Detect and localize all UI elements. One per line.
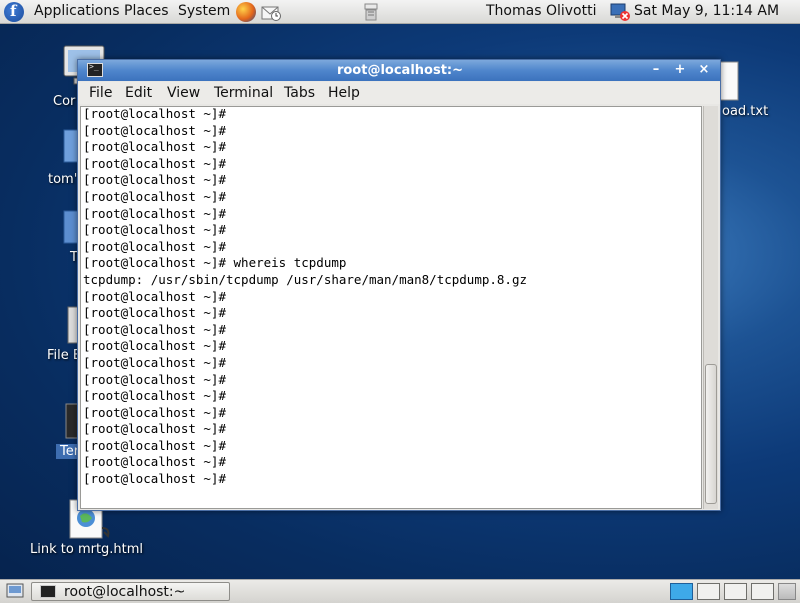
terminal-line: [root@localhost ~]# [83, 437, 226, 453]
terminal-line: [root@localhost ~]# [83, 371, 226, 387]
terminal-icon[interactable] [87, 62, 103, 77]
scrollbar-thumb[interactable] [705, 364, 717, 504]
bottom-panel: root@localhost:~ [0, 579, 800, 603]
user-name[interactable]: Thomas Olivotti [486, 0, 596, 23]
workspace-4[interactable] [751, 583, 774, 600]
computer-icon-label: Cor [53, 94, 76, 109]
terminal-line: [root@localhost ~]# [83, 188, 226, 204]
terminal-line: [root@localhost ~]# [83, 288, 226, 304]
terminal-line: [root@localhost ~]# [83, 172, 226, 188]
menu-terminal[interactable]: Terminal [214, 84, 273, 102]
terminal-line: [root@localhost ~]# [83, 139, 226, 155]
system-menu[interactable]: System [178, 0, 230, 23]
terminal-line: [root@localhost ~]# [83, 238, 226, 254]
terminal-window: root@localhost:~ – + × File Edit View Te… [77, 59, 721, 511]
home-folder-label: tom' [48, 172, 78, 187]
terminal-line: [root@localhost ~]# whereis tcpdump [83, 255, 347, 271]
window-titlebar[interactable]: root@localhost:~ – + × [78, 60, 720, 81]
terminal-line: [root@localhost ~]# [83, 471, 226, 487]
text-file-label: oad.txt [722, 104, 769, 119]
terminal-line: [root@localhost ~]# [83, 106, 226, 121]
terminal-line: [root@localhost ~]# [83, 155, 226, 171]
terminal-line: [root@localhost ~]# [83, 205, 226, 221]
mail-icon[interactable] [261, 3, 281, 21]
terminal-lines: [root@localhost ~]# [root@localhost ~]# [r… [83, 106, 528, 488]
terminal-line: [root@localhost ~]# [83, 421, 226, 437]
vertical-scrollbar[interactable] [703, 106, 718, 509]
minimize-icon[interactable]: – [646, 62, 666, 78]
menu-file[interactable]: File [89, 84, 112, 102]
terminal-line: [root@localhost ~]# [83, 388, 226, 404]
menu-tabs[interactable]: Tabs [284, 84, 315, 102]
terminal-line: [root@localhost ~]# [83, 354, 226, 370]
fedora-logo-icon[interactable] [4, 2, 24, 22]
maximize-icon[interactable]: + [670, 62, 690, 78]
workspace-1[interactable] [670, 583, 693, 600]
taskbar-terminal-button[interactable]: root@localhost:~ [31, 582, 230, 601]
terminal-line: [root@localhost ~]# [83, 305, 226, 321]
show-desktop-icon[interactable] [6, 583, 24, 599]
taskbar-terminal-label: root@localhost:~ [64, 584, 186, 600]
trash-applet-icon[interactable] [778, 583, 796, 600]
firefox-icon[interactable] [236, 2, 256, 22]
notification-icon[interactable] [362, 2, 380, 22]
terminal-line: [root@localhost ~]# [83, 222, 226, 238]
terminal-line: tcpdump: /usr/sbin/tcpdump /usr/share/ma… [83, 271, 528, 287]
menu-help[interactable]: Help [328, 84, 360, 102]
workspace-3[interactable] [724, 583, 747, 600]
html-file-label: Link to mrtg.html [30, 542, 144, 557]
menu-view[interactable]: View [167, 84, 200, 102]
network-status-icon[interactable] [609, 2, 631, 22]
terminal-line: [root@localhost ~]# [83, 404, 226, 420]
clock[interactable]: Sat May 9, 11:14 AM [634, 0, 779, 23]
close-icon[interactable]: × [694, 62, 714, 78]
terminal-line: [root@localhost ~]# [83, 321, 226, 337]
workspace-2[interactable] [697, 583, 720, 600]
window-title: root@localhost:~ [336, 63, 464, 78]
terminal-output[interactable]: [root@localhost ~]# [root@localhost ~]# [r… [80, 106, 702, 509]
places-menu[interactable]: Places [124, 0, 169, 23]
terminal-line: [root@localhost ~]# [83, 454, 226, 470]
menu-edit[interactable]: Edit [125, 84, 152, 102]
terminal-line: [root@localhost ~]# [83, 338, 226, 354]
text-file-icon[interactable] [720, 60, 740, 102]
terminal-task-icon [40, 585, 56, 598]
menubar: File Edit View Terminal Tabs Help [78, 82, 720, 104]
top-panel: Applications Places System Thomas Olivot… [0, 0, 800, 24]
applications-menu[interactable]: Applications [34, 0, 120, 23]
terminal-line: [root@localhost ~]# [83, 122, 226, 138]
